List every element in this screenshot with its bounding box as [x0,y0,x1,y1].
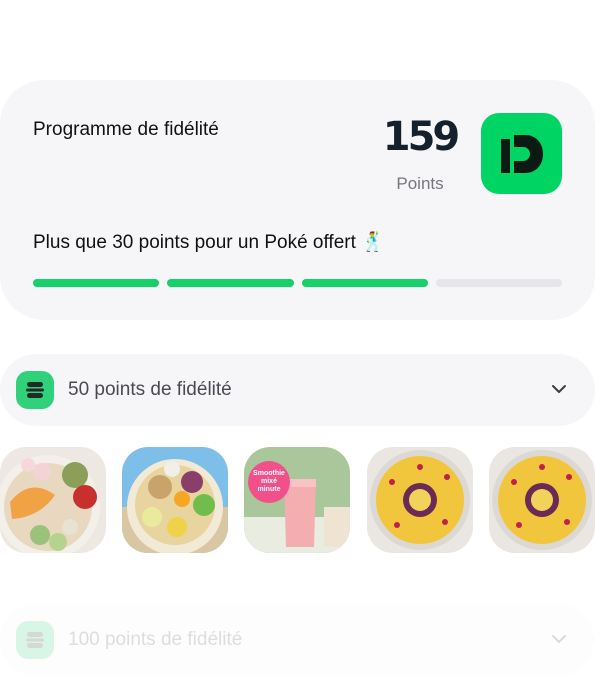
fruit-bowl-image [367,447,473,553]
burger-stack-icon [16,621,54,659]
reward-tier-label: 50 points de fidélité [68,379,232,400]
reward-item-poke-chicken[interactable] [122,447,228,553]
reward-tier-label: 100 points de fidélité [68,629,243,650]
reward-items: Smoothie mixé minute [0,447,595,553]
burger-stack-icon [16,371,54,409]
fruit-bowl-image [489,447,595,553]
reward-item-smoothie[interactable]: Smoothie mixé minute [244,447,350,553]
reward-item-fruit-bowl[interactable] [367,447,473,553]
progress-bar [33,279,562,287]
smoothie-badge: Smoothie mixé minute [248,461,290,503]
progress-subtitle: Plus que 30 points pour un Poké offert 🕺 [33,232,385,253]
poke-bowl-image [0,447,106,553]
poke-bowl-image [122,447,228,553]
reward-item-poke-salmon[interactable] [0,447,106,553]
reward-tier-100[interactable]: 100 points de fidélité [0,604,595,676]
progress-segment [167,279,294,287]
brand-logo-icon [501,135,543,173]
points-value: 159 [382,114,461,160]
points-label: Points [396,174,444,193]
loyalty-title: Programme de fidélité [33,119,219,140]
reward-tier-50[interactable]: 50 points de fidélité [0,354,595,426]
chevron-down-icon [552,385,566,393]
progress-segment [301,279,428,287]
chevron-down-icon [552,635,566,643]
progress-segment [33,279,160,287]
reward-item-fruit-bowl[interactable] [489,447,595,553]
brand-logo [481,113,562,194]
progress-segment [435,279,562,287]
